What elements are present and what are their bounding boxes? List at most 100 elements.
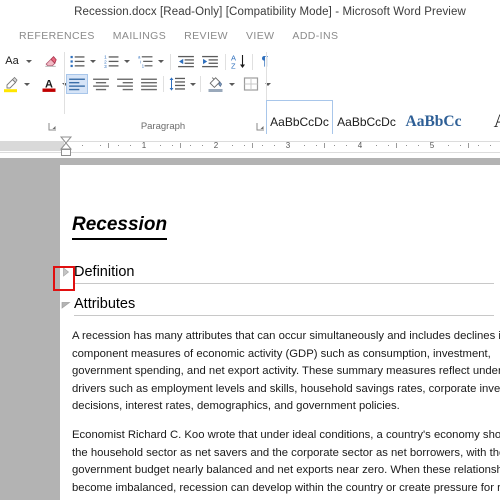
ruler-tick xyxy=(82,145,83,146)
ribbon-separator xyxy=(163,76,164,92)
document-content: Recession Definition Attributes A recess… xyxy=(61,171,500,500)
tab-add-ins[interactable]: ADD-INS xyxy=(283,24,347,48)
section-heading-attributes[interactable]: Attributes xyxy=(61,294,500,314)
clear-formatting-button[interactable] xyxy=(40,52,60,70)
font-dialog-launcher[interactable] xyxy=(48,122,57,131)
tab-view[interactable]: VIEW xyxy=(237,24,283,48)
sort-az-icon: A Z xyxy=(231,53,245,70)
bullets-caret-icon[interactable] xyxy=(88,52,97,70)
horizontal-ruler[interactable]: 1 2 3 4 5 xyxy=(0,134,500,159)
paragraph-group-label: Paragraph xyxy=(140,121,186,132)
decrease-indent-icon xyxy=(178,55,194,67)
align-left-button[interactable] xyxy=(66,74,88,94)
decrease-indent-button[interactable] xyxy=(176,52,196,70)
ruler-tick xyxy=(160,145,161,146)
numbered-list-icon: 1 2 3 xyxy=(104,55,119,68)
svg-text:Z: Z xyxy=(231,61,236,70)
heading-rule xyxy=(74,283,494,284)
ruler-tick xyxy=(190,145,191,146)
ruler-tick xyxy=(130,145,131,146)
shading-button[interactable] xyxy=(204,73,226,94)
shading-caret-icon[interactable] xyxy=(227,75,236,93)
bullets-button[interactable] xyxy=(68,52,87,70)
triangle-down-icon[interactable] xyxy=(58,296,74,312)
align-justify-icon xyxy=(141,78,157,90)
borders-caret-icon[interactable] xyxy=(263,75,272,93)
ruler-tick xyxy=(202,145,203,146)
style-preview-heading-1: AaBbCс xyxy=(405,113,462,130)
ruler-tick xyxy=(252,143,253,148)
ruler-left-margin xyxy=(0,141,64,151)
ruler-tick xyxy=(460,145,461,146)
style-preview-no-spacing: AaBbCcDc xyxy=(337,115,396,129)
ruler-tick xyxy=(316,145,317,146)
change-case-button[interactable]: Aa xyxy=(0,52,24,70)
ruler-tick xyxy=(118,145,119,146)
numbering-button[interactable]: 1 2 3 xyxy=(102,52,121,70)
increase-indent-icon xyxy=(202,55,218,67)
ruler-tick xyxy=(478,145,479,146)
shading-icon xyxy=(208,76,222,92)
align-right-button[interactable] xyxy=(114,74,136,94)
paragraph-dialog-launcher[interactable] xyxy=(256,122,265,131)
heading-rule xyxy=(74,315,494,316)
numbering-caret-icon[interactable] xyxy=(122,52,131,70)
section-heading-definition[interactable]: Definition xyxy=(63,262,500,282)
word-window: Recession.docx [Read-Only] [Compatibilit… xyxy=(0,0,500,500)
line-spacing-caret-icon[interactable] xyxy=(188,75,197,93)
borders-icon xyxy=(243,76,259,91)
show-formatting-marks-button[interactable]: ¶ xyxy=(256,51,274,71)
ruler-number-1: 1 xyxy=(141,141,147,150)
document-title: Recession xyxy=(72,213,168,240)
triangle-right-icon[interactable] xyxy=(58,264,74,280)
ruler-tick xyxy=(388,145,389,146)
ribbon-separator xyxy=(200,76,201,92)
multilevel-list-caret-icon[interactable] xyxy=(156,52,165,70)
ruler-tick xyxy=(324,143,325,148)
align-center-button[interactable] xyxy=(90,74,112,94)
ribbon-separator xyxy=(225,54,226,70)
ruler-tick xyxy=(180,143,181,148)
ruler-number-5: 5 xyxy=(429,141,435,150)
ruler-number-2: 2 xyxy=(213,141,219,150)
align-right-icon xyxy=(117,78,133,90)
justify-button[interactable] xyxy=(138,74,160,94)
font-color-button[interactable]: A xyxy=(38,74,60,94)
ruler-tick xyxy=(448,145,449,146)
window-title: Recession.docx [Read-Only] [Compatibilit… xyxy=(74,6,466,18)
section-heading-label-attributes: Attributes xyxy=(74,296,136,312)
change-case-caret-icon[interactable] xyxy=(24,52,33,70)
svg-text:3: 3 xyxy=(104,64,107,68)
borders-button[interactable] xyxy=(240,73,262,94)
change-case-label: Aa xyxy=(5,55,19,67)
ruler-tick xyxy=(274,145,275,146)
align-center-icon xyxy=(93,78,109,90)
align-left-icon xyxy=(69,78,85,90)
ruler-tick xyxy=(304,145,305,146)
font-color-icon: A xyxy=(42,78,56,92)
line-spacing-button[interactable] xyxy=(167,74,187,94)
ruler-tick xyxy=(376,145,377,146)
text-highlight-button[interactable] xyxy=(0,74,22,94)
ruler-tick xyxy=(406,145,407,146)
tab-review[interactable]: REVIEW xyxy=(175,24,237,48)
ribbon: Aa A 1 2 3 a i 1 A Z ¶ Paragraph AaBbCcD… xyxy=(0,48,500,158)
ruler-number-4: 4 xyxy=(357,141,363,150)
ruler-tick xyxy=(418,145,419,146)
increase-indent-button[interactable] xyxy=(200,52,220,70)
document-canvas[interactable]: Recession Definition Attributes A recess… xyxy=(0,158,500,500)
sort-button[interactable]: A Z xyxy=(229,51,249,71)
style-preview-heading-2: A xyxy=(494,112,500,132)
ribbon-tab-strip: REFERENCES MAILINGS REVIEW VIEW ADD-INS xyxy=(0,24,500,48)
indent-marker-icon[interactable] xyxy=(58,135,74,157)
section-heading-label-definition: Definition xyxy=(74,264,135,280)
text-highlight-caret-icon[interactable] xyxy=(22,75,31,93)
tab-mailings[interactable]: MAILINGS xyxy=(104,24,175,48)
text-highlight-icon xyxy=(4,76,18,92)
tab-references[interactable]: REFERENCES xyxy=(10,24,104,48)
ruler-tick xyxy=(108,143,109,148)
multilevel-list-button[interactable]: a i 1 xyxy=(136,52,155,70)
style-preview-normal: AaBbCcDc xyxy=(270,115,329,129)
document-page[interactable]: Recession Definition Attributes A recess… xyxy=(60,165,500,500)
ruler-tick xyxy=(396,143,397,148)
